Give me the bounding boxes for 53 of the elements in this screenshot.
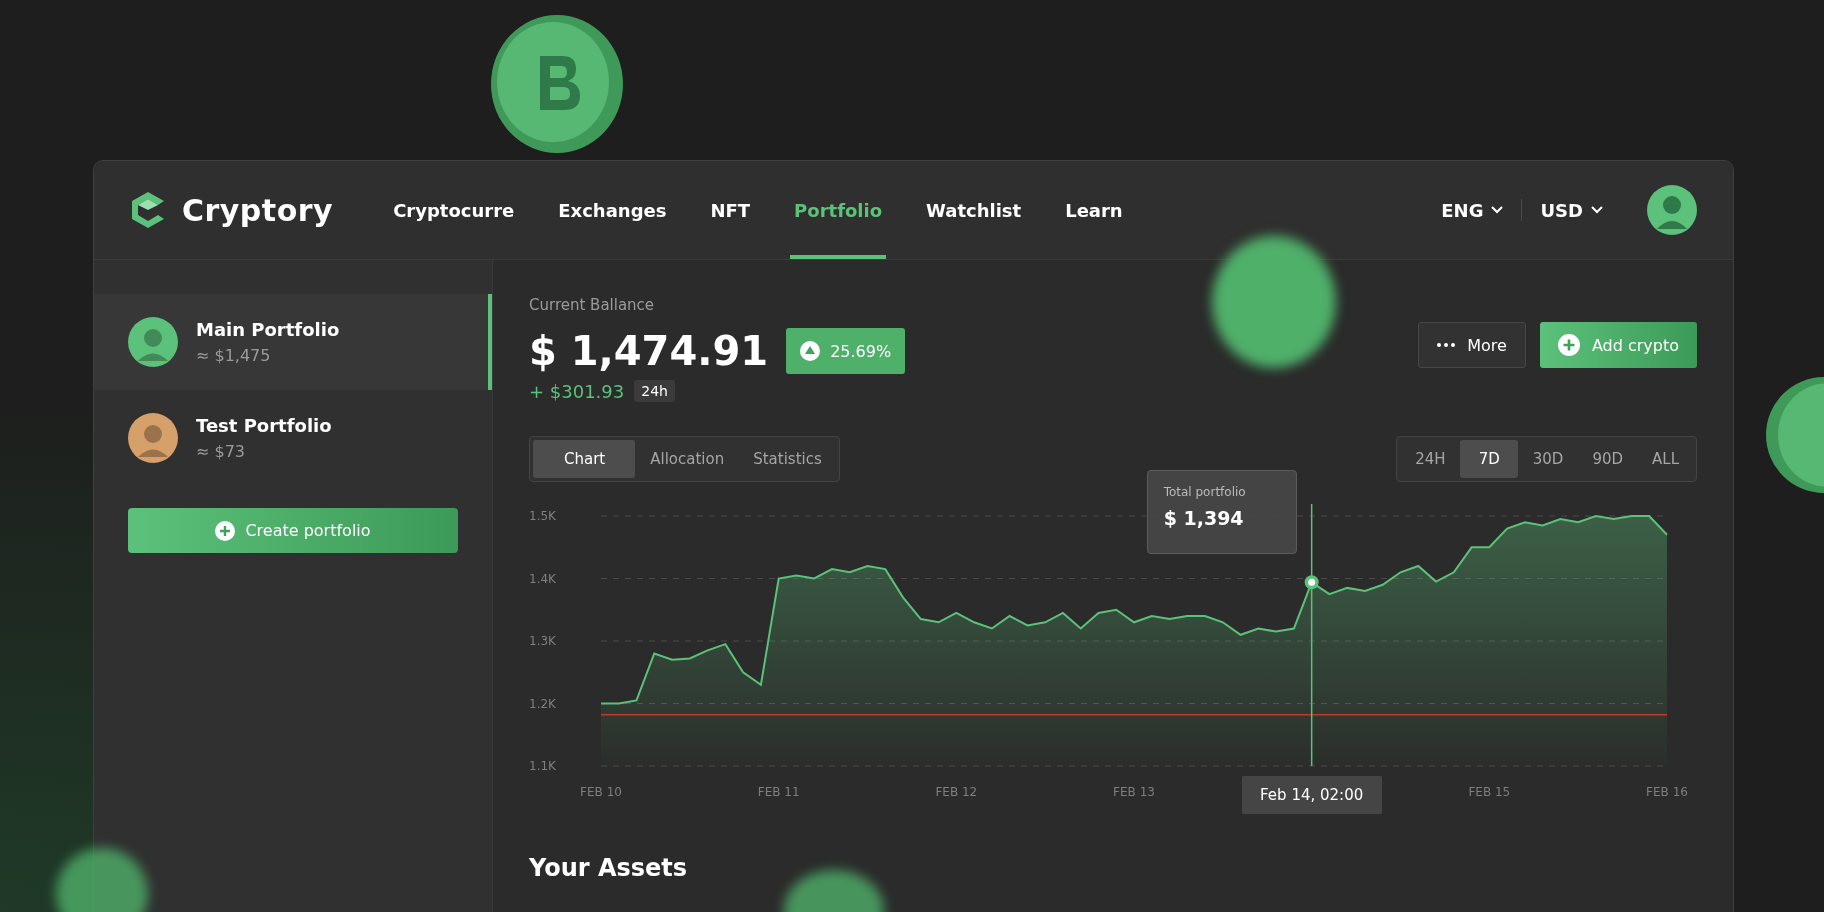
y-axis-label: 1.4K (529, 571, 556, 586)
portfolio-value: ≈ $73 (196, 442, 247, 461)
section-title: Your Assets (529, 854, 689, 882)
tooltip-title: Total portfolio (1163, 485, 1247, 500)
plus-icon (1557, 334, 1580, 356)
range-tab[interactable]: 7D (1459, 440, 1518, 478)
portfolio-item[interactable]: Test Portfolio ≈ $73 (94, 390, 492, 486)
change-badge: 25.69% (786, 328, 906, 374)
tooltip-value: $ 1,394 (1163, 507, 1245, 530)
portfolio-name: Test Portfolio (196, 415, 332, 436)
portfolio-value: ≈ $1,475 (196, 346, 272, 365)
portfolio-item[interactable]: Main Portfolio ≈ $1,475 (94, 294, 492, 390)
nav-link[interactable]: Watchlist (922, 161, 1026, 259)
x-axis-label: FEB 16 (1646, 785, 1688, 799)
period-tag: 24h (634, 380, 675, 402)
coin-icon (1764, 377, 1824, 493)
brand-name: Cryptory (182, 192, 334, 228)
nav-link[interactable]: Exchanges (554, 161, 671, 259)
dots-icon (1437, 343, 1456, 347)
view-tab[interactable]: Statistics (738, 440, 836, 478)
range-tab[interactable]: 30D (1517, 440, 1578, 478)
caret-icon (1491, 206, 1504, 214)
nav-link[interactable]: Learn (1061, 161, 1127, 259)
y-axis-label: 1.2K (529, 696, 556, 711)
caret-icon (1591, 206, 1603, 214)
x-axis-label: FEB 15 (1468, 785, 1511, 799)
avatar-icon[interactable] (1647, 185, 1697, 235)
x-axis-label: FEB 11 (757, 785, 800, 799)
range-tab[interactable]: 90D (1577, 440, 1637, 478)
language-dropdown[interactable]: ENG (1441, 199, 1504, 221)
balance-label: Current Ballance (529, 296, 656, 314)
nav-link[interactable]: NFT (706, 161, 755, 259)
view-tab[interactable]: Allocation (635, 440, 739, 478)
x-axis-label: FEB 12 (935, 785, 978, 799)
cursor-dot (1304, 575, 1319, 590)
portfolio-name: Main Portfolio (196, 319, 340, 340)
range-tab[interactable]: 24H (1400, 440, 1460, 478)
range-tab[interactable]: ALL (1637, 440, 1693, 478)
y-axis-label: 1.5K (529, 509, 556, 523)
x-axis-label: FEB 13 (1113, 785, 1155, 799)
plus-icon (215, 520, 236, 541)
nav-link[interactable]: Portfolio (790, 161, 887, 259)
view-tab[interactable]: Chart (533, 440, 636, 478)
nav-link[interactable]: Cryptocurre (389, 161, 519, 259)
more-button[interactable]: More (1418, 322, 1526, 368)
coin-icon (490, 14, 624, 154)
y-axis-label: 1.3K (529, 634, 556, 648)
cursor-date-label: Feb 14, 02:00 (1241, 776, 1382, 814)
balance-amount: $ 1,474.91 (529, 328, 769, 374)
currency-dropdown[interactable]: USD (1540, 199, 1603, 221)
balance-change: + $301.93 (529, 380, 625, 402)
y-axis-label: 1.1K (529, 759, 556, 773)
x-axis-label: FEB 10 (580, 785, 622, 799)
